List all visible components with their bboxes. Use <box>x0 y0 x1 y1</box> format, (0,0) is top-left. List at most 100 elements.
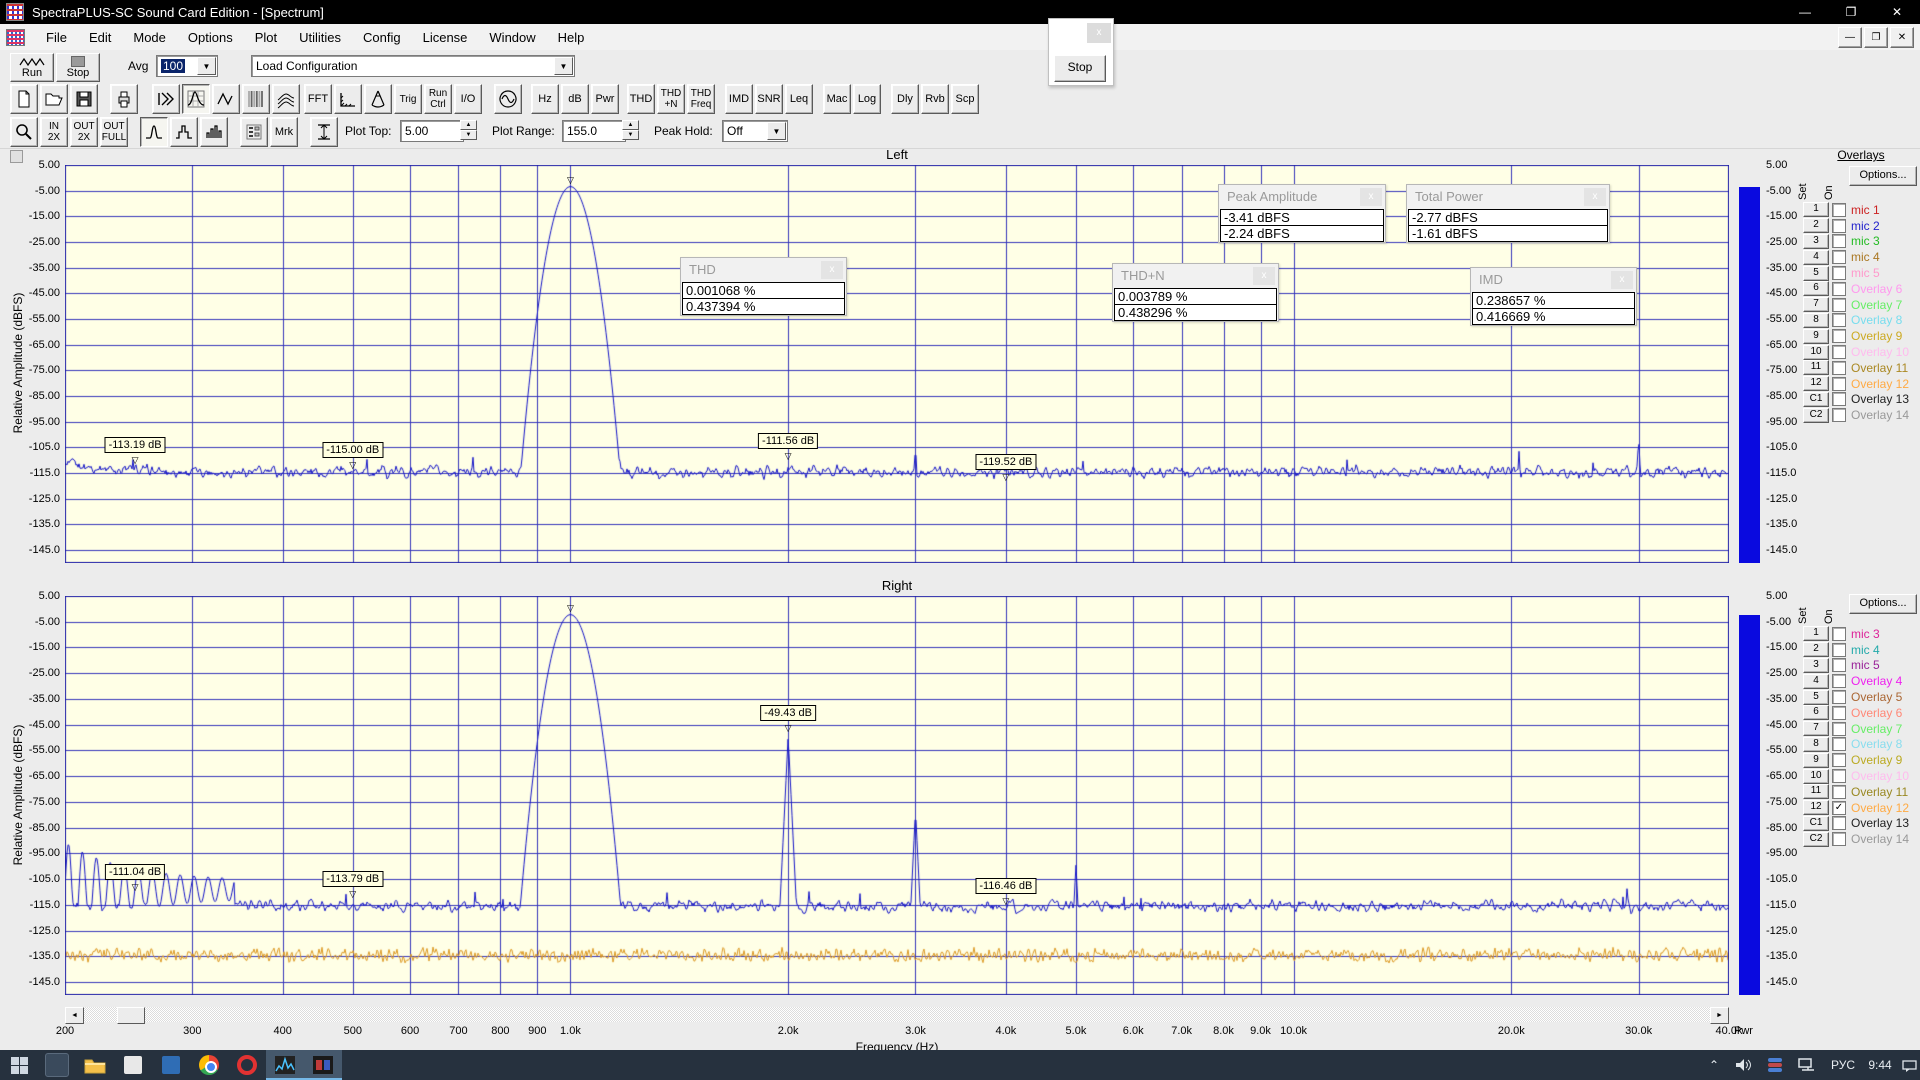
close-icon[interactable]: x <box>1253 267 1275 285</box>
save-button[interactable] <box>70 84 98 114</box>
overlay-on-checkbox[interactable] <box>1832 832 1846 846</box>
close-button[interactable]: ✕ <box>1874 0 1920 24</box>
overlay-on-checkbox[interactable] <box>1832 627 1846 641</box>
horizontal-scrollbar[interactable]: ◄ ► <box>65 1007 1729 1022</box>
thd-n-button[interactable]: THD+N <box>657 84 685 114</box>
run-button[interactable]: Run <box>10 53 54 82</box>
plot-top-input[interactable]: 5.00 <box>400 120 464 142</box>
peak-value-label[interactable]: -115.00 dB <box>322 442 383 458</box>
signal-generator-button[interactable] <box>494 84 522 114</box>
overlay-on-checkbox[interactable] <box>1832 722 1846 736</box>
leq-button[interactable]: Leq <box>785 84 813 114</box>
chrome-icon[interactable] <box>190 1050 228 1080</box>
peak-hold-select[interactable]: Off▼ <box>722 120 788 142</box>
overlay-on-checkbox[interactable]: ✓ <box>1832 801 1846 815</box>
overlay-set-button[interactable]: 7 <box>1803 721 1829 736</box>
overlay-on-checkbox[interactable] <box>1832 658 1846 672</box>
overlay-on-checkbox[interactable] <box>1832 329 1846 343</box>
menu-config[interactable]: Config <box>352 26 412 49</box>
overlay-set-button[interactable]: 2 <box>1803 218 1829 233</box>
thd-button[interactable]: THD <box>627 84 655 114</box>
delay-button[interactable]: Dly <box>891 84 919 114</box>
scope-button[interactable]: Scp <box>951 84 979 114</box>
thd-freq-button[interactable]: THDFreq <box>687 84 715 114</box>
overlay-set-button[interactable]: 3 <box>1803 234 1829 249</box>
minimize-button[interactable]: — <box>1782 0 1828 24</box>
tray-chevron-icon[interactable]: ⌃ <box>1700 1050 1728 1080</box>
pwr-button[interactable]: Pwr <box>591 84 619 114</box>
overlays-options-button[interactable]: Options... <box>1849 594 1917 614</box>
calipers-button[interactable] <box>364 84 392 114</box>
notification-icon[interactable] <box>1898 1050 1920 1080</box>
peak-value-label[interactable]: -119.52 dB <box>975 454 1036 470</box>
overlay-on-checkbox[interactable] <box>1832 737 1846 751</box>
peak-value-label[interactable]: -49.43 dB <box>760 705 816 721</box>
plot-range-spinner[interactable]: ▲▼ <box>622 120 639 140</box>
overlay-on-checkbox[interactable] <box>1832 361 1846 375</box>
step-plot-button[interactable] <box>170 117 198 147</box>
legend-button[interactable] <box>240 117 268 147</box>
overlay-on-checkbox[interactable] <box>1832 408 1846 422</box>
chevron-down-icon[interactable]: ▼ <box>197 57 216 75</box>
overlay-set-button[interactable]: 9 <box>1803 753 1829 768</box>
tray-app-icon[interactable] <box>1760 1050 1790 1080</box>
overlay-set-button[interactable]: 4 <box>1803 674 1829 689</box>
overlay-set-button[interactable]: 6 <box>1803 705 1829 720</box>
peak-value-label[interactable]: -113.79 dB <box>322 871 383 887</box>
scroll-right-arrow[interactable]: ► <box>1710 1007 1729 1024</box>
overlay-on-checkbox[interactable] <box>1832 377 1846 391</box>
run-control-button[interactable]: RunCtrl <box>424 84 452 114</box>
taskbar-app-4[interactable] <box>304 1050 342 1080</box>
waveform-view-button[interactable] <box>212 84 240 114</box>
chevron-down-icon[interactable]: ▼ <box>767 122 786 140</box>
load-configuration-select[interactable]: Load Configuration▼ <box>251 55 575 77</box>
marker-button[interactable]: Mrk <box>270 117 298 147</box>
overlay-on-checkbox[interactable] <box>1832 282 1846 296</box>
overlay-on-checkbox[interactable] <box>1832 345 1846 359</box>
overlay-set-button[interactable]: 3 <box>1803 658 1829 673</box>
peak-value-label[interactable]: -111.56 dB <box>758 433 818 449</box>
overlay-set-button[interactable]: C1 <box>1803 392 1829 407</box>
overlay-set-button[interactable]: 2 <box>1803 642 1829 657</box>
menu-plot[interactable]: Plot <box>244 26 288 49</box>
overlay-on-checkbox[interactable] <box>1832 219 1846 233</box>
clock[interactable]: 9:44 <box>1862 1050 1898 1080</box>
overlay-set-button[interactable]: C2 <box>1803 408 1829 423</box>
overlay-set-button[interactable]: 11 <box>1803 360 1829 375</box>
overlay-set-button[interactable]: 7 <box>1803 297 1829 312</box>
language-indicator[interactable]: РУС <box>1824 1050 1862 1080</box>
overlay-on-checkbox[interactable] <box>1832 690 1846 704</box>
overlay-set-button[interactable]: 6 <box>1803 281 1829 296</box>
overlay-on-checkbox[interactable] <box>1832 674 1846 688</box>
mdi-restore-button[interactable]: ❐ <box>1864 27 1888 48</box>
scroll-left-arrow[interactable]: ◄ <box>65 1007 84 1024</box>
overlay-set-button[interactable]: 4 <box>1803 250 1829 265</box>
overlay-on-checkbox[interactable] <box>1832 313 1846 327</box>
speaker-icon[interactable] <box>1728 1050 1758 1080</box>
range-button[interactable] <box>310 117 338 147</box>
peak-value-label[interactable]: -116.46 dB <box>975 878 1036 894</box>
menu-edit[interactable]: Edit <box>78 26 122 49</box>
overlay-set-button[interactable]: 11 <box>1803 784 1829 799</box>
menu-utilities[interactable]: Utilities <box>288 26 352 49</box>
overlay-set-button[interactable]: 12 <box>1803 376 1829 391</box>
menu-file[interactable]: File <box>35 26 78 49</box>
close-icon[interactable]: x <box>1611 271 1633 289</box>
overlay-set-button[interactable]: 12 <box>1803 800 1829 815</box>
menu-mode[interactable]: Mode <box>122 26 177 49</box>
open-file-button[interactable] <box>40 84 68 114</box>
overlay-on-checkbox[interactable] <box>1832 706 1846 720</box>
overlay-on-checkbox[interactable] <box>1832 298 1846 312</box>
floating-stop-button[interactable]: Stop <box>1054 55 1106 82</box>
overlay-set-button[interactable]: 5 <box>1803 690 1829 705</box>
overlay-on-checkbox[interactable] <box>1832 753 1846 767</box>
spectraplus-taskbar-icon[interactable] <box>266 1050 304 1080</box>
trigger-button[interactable]: Trig <box>394 84 422 114</box>
surface-view-button[interactable] <box>272 84 300 114</box>
overlay-set-button[interactable]: 9 <box>1803 329 1829 344</box>
peak-value-label[interactable]: -113.19 dB <box>105 437 166 453</box>
mac-button[interactable]: Mac <box>823 84 851 114</box>
zoom-in-2x-button[interactable]: IN2X <box>40 117 68 147</box>
overlay-on-checkbox[interactable] <box>1832 203 1846 217</box>
zoom-out-2x-button[interactable]: OUT2X <box>70 117 98 147</box>
